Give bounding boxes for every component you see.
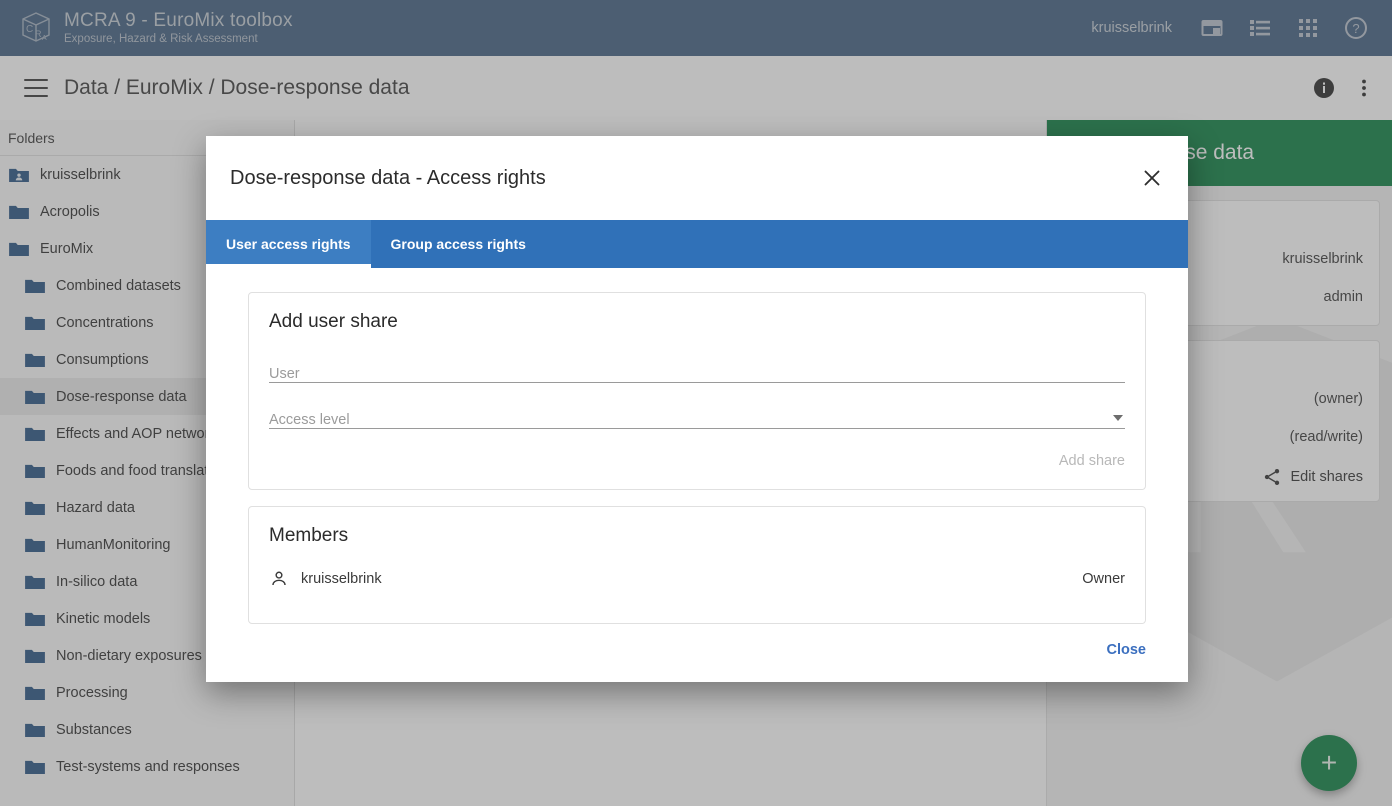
- add-share-button[interactable]: Add share: [1059, 453, 1125, 469]
- close-button[interactable]: Close: [1107, 642, 1147, 658]
- members-title: Members: [269, 525, 1125, 547]
- user-field-label: User: [269, 366, 300, 382]
- dialog-title: Dose-response data - Access rights: [230, 167, 546, 190]
- tab-user-access-rights[interactable]: User access rights: [206, 220, 371, 268]
- user-field[interactable]: User: [269, 355, 1125, 383]
- app-root: C R A MCRA 9 - EuroMix toolbox Exposure,…: [0, 0, 1392, 806]
- close-x-icon[interactable]: [1140, 166, 1164, 190]
- access-level-field-label: Access level: [269, 412, 350, 428]
- member-role: Owner: [1082, 571, 1125, 587]
- dialog-tabs: User access rights Group access rights: [206, 220, 1188, 268]
- tab-group-access-rights[interactable]: Group access rights: [371, 220, 546, 268]
- member-name: kruisselbrink: [301, 571, 382, 587]
- modal-scrim-topbar: [0, 0, 1392, 56]
- dialog-title-bar: Dose-response data - Access rights: [206, 136, 1188, 220]
- tab-user-access-rights-label: User access rights: [226, 236, 351, 252]
- member-row: kruisselbrink Owner: [269, 569, 1125, 589]
- add-share-row: Add share: [269, 453, 1125, 469]
- add-user-share-title: Add user share: [269, 311, 1125, 333]
- dialog-body: Add user share User Access level Add: [206, 268, 1188, 624]
- members-card: Members kruisselbrink Owner: [248, 506, 1146, 624]
- access-level-field[interactable]: Access level: [269, 401, 1125, 429]
- chevron-down-icon[interactable]: [1113, 415, 1123, 421]
- person-outline-icon: [269, 569, 289, 589]
- tab-group-access-rights-label: Group access rights: [391, 236, 526, 252]
- dialog-footer: Close: [206, 624, 1188, 658]
- add-user-share-card: Add user share User Access level Add: [248, 292, 1146, 490]
- access-rights-dialog: Dose-response data - Access rights User …: [206, 136, 1188, 682]
